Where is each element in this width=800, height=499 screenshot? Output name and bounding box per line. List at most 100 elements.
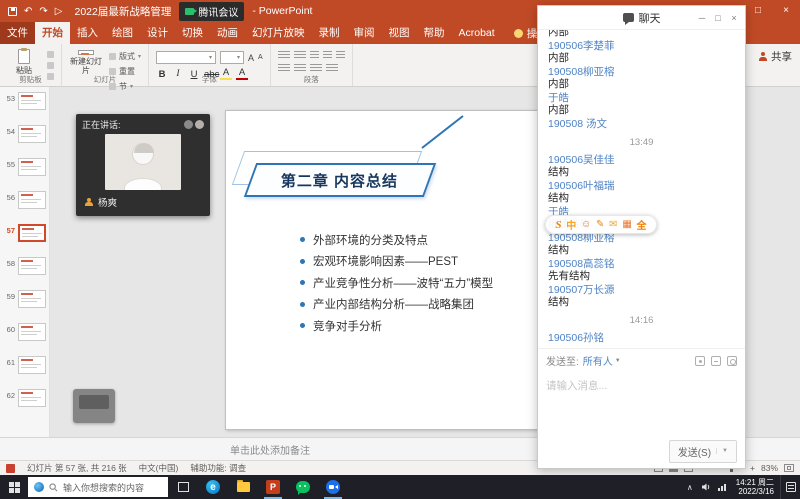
indent-decrease-icon[interactable]: [310, 51, 319, 60]
slide-thumbnail-60[interactable]: 60: [0, 321, 49, 354]
sogou-tool-icon[interactable]: 全: [637, 217, 647, 232]
language-indicator[interactable]: 中文(中国): [139, 462, 179, 474]
sogou-tool-icon[interactable]: 中: [566, 217, 576, 232]
chat-maximize-button[interactable]: □: [710, 13, 726, 23]
ribbon-tab-录制[interactable]: 录制: [312, 22, 347, 44]
sogou-tool-icon[interactable]: ✎: [596, 219, 604, 230]
spellcheck-icon[interactable]: [6, 464, 15, 473]
font-size-select[interactable]: ▾: [220, 51, 244, 64]
numbered-list-icon[interactable]: [294, 51, 306, 60]
slide-thumbnail-56[interactable]: 56: [0, 189, 49, 222]
decrease-font-icon[interactable]: A: [258, 54, 263, 61]
fit-slide-icon[interactable]: [784, 464, 794, 472]
chat-sender-name[interactable]: 190506叶福瑞: [548, 181, 735, 192]
speaker-video-thumbnail[interactable]: [105, 134, 181, 190]
slide-thumbnail-58[interactable]: 58: [0, 255, 49, 288]
sogou-logo-icon[interactable]: S: [555, 219, 561, 231]
bullet-list-icon[interactable]: [278, 51, 290, 60]
slide-thumbnail-59[interactable]: 59: [0, 288, 49, 321]
person-icon[interactable]: [727, 356, 737, 366]
save-icon[interactable]: [8, 7, 17, 16]
ribbon-tab-帮助[interactable]: 帮助: [417, 22, 452, 44]
slide-thumbnail-57[interactable]: 57: [0, 222, 49, 255]
wechat-taskbar-button[interactable]: [288, 475, 318, 499]
chat-minimize-button[interactable]: ─: [694, 13, 710, 23]
tray-expand-icon[interactable]: ∧: [682, 483, 698, 492]
ribbon-tab-插入[interactable]: 插入: [70, 22, 105, 44]
start-button[interactable]: [0, 475, 28, 499]
action-center-button[interactable]: [780, 475, 800, 499]
zoom-in-icon[interactable]: +: [750, 463, 755, 473]
taskbar-search[interactable]: 输入你想搜索的内容: [28, 477, 168, 497]
ribbon-tab-设计[interactable]: 设计: [140, 22, 175, 44]
file-explorer-button[interactable]: [228, 475, 258, 499]
ribbon-tab-开始[interactable]: 开始: [35, 22, 70, 44]
send-to-selector[interactable]: 所有人 ▼: [583, 353, 621, 368]
chat-input[interactable]: 请输入消息...: [538, 372, 745, 434]
slide-thumbnail-54[interactable]: 54: [0, 123, 49, 156]
undo-icon[interactable]: ↶: [24, 6, 32, 17]
align-center-icon[interactable]: [294, 64, 306, 73]
chat-sender-name[interactable]: 190506李楚菲: [548, 41, 735, 52]
ribbon-tab-Acrobat[interactable]: Acrobat: [452, 22, 502, 44]
image-icon[interactable]: [695, 356, 705, 366]
slide-thumbnail-62[interactable]: 62: [0, 387, 49, 420]
align-left-icon[interactable]: [278, 64, 290, 73]
chat-sender-name[interactable]: 190508高蕊铭: [548, 259, 735, 270]
cut-button[interactable]: [47, 51, 54, 58]
chat-sender-name[interactable]: 190508柳亚榕: [548, 67, 735, 78]
ribbon-tab-视图[interactable]: 视图: [382, 22, 417, 44]
ribbon-tab-文件[interactable]: 文件: [0, 22, 35, 44]
chat-sender-name[interactable]: 190508 汤文: [548, 119, 735, 130]
taskbar-clock[interactable]: 14:21 周二 2022/3/16: [730, 478, 780, 497]
increase-font-icon[interactable]: A: [248, 53, 254, 63]
chat-message-list[interactable]: 190506吴佳佳内部190506李楚菲内部190508柳亚榕内部于皓内部190…: [538, 30, 745, 348]
chat-sender-name[interactable]: 190506吴佳佳: [548, 155, 735, 166]
paste-button[interactable]: 粘贴: [7, 47, 41, 75]
copy-button[interactable]: [47, 62, 54, 69]
ribbon-tab-绘图[interactable]: 绘图: [105, 22, 140, 44]
justify-icon[interactable]: [326, 64, 338, 73]
sogou-tool-icon[interactable]: ▦: [622, 219, 631, 230]
align-right-icon[interactable]: [310, 64, 322, 73]
ribbon-tab-审阅[interactable]: 审阅: [347, 22, 382, 44]
slide-thumbnail-55[interactable]: 55: [0, 156, 49, 189]
sogou-input-toolbar[interactable]: S中 ☺ ✎ ✉ ▦ 全: [545, 215, 657, 234]
line-spacing-icon[interactable]: [336, 51, 345, 60]
accessibility-status[interactable]: 辅助功能: 调查: [190, 462, 246, 474]
edge-taskbar-button[interactable]: [198, 475, 228, 499]
chat-close-button[interactable]: ×: [726, 13, 742, 23]
slide-canvas[interactable]: 第二章 内容总结 外部环境的分类及特点宏观环境影响因素——PEST产业竞争性分析…: [225, 110, 555, 430]
sogou-tool-icon[interactable]: ☺: [581, 219, 591, 230]
share-button[interactable]: 共享: [758, 49, 792, 64]
slideshow-icon[interactable]: ▷: [55, 6, 63, 17]
volume-icon[interactable]: [698, 482, 714, 492]
maximize-button[interactable]: □: [744, 0, 772, 22]
window-icon[interactable]: [711, 356, 721, 366]
slide-title-shape[interactable]: 第二章 内容总结: [244, 163, 436, 197]
meeting-taskbar-button[interactable]: [318, 475, 348, 499]
ribbon-tab-动画[interactable]: 动画: [210, 22, 245, 44]
chat-sender-name[interactable]: 于皓: [548, 93, 735, 104]
ribbon-tab-幻灯片放映[interactable]: 幻灯片放映: [245, 22, 312, 44]
close-button[interactable]: ×: [772, 0, 800, 22]
powerpoint-taskbar-button[interactable]: [258, 475, 288, 499]
redo-icon[interactable]: ↷: [39, 6, 47, 17]
network-icon[interactable]: [714, 482, 730, 492]
slide-bullet-list[interactable]: 外部环境的分类及特点宏观环境影响因素——PEST产业竞争性分析——波特“五力”模…: [300, 229, 493, 337]
font-name-select[interactable]: ▾: [156, 51, 216, 64]
meeting-overlay-chip[interactable]: 腾讯会议: [179, 2, 244, 21]
zoom-level[interactable]: 83%: [761, 463, 778, 473]
slide-thumbnail-53[interactable]: 53: [0, 90, 49, 123]
chat-sender-name[interactable]: 190506孙铭: [548, 333, 735, 344]
slide-thumbnail-61[interactable]: 61: [0, 354, 49, 387]
sogou-tool-icon[interactable]: ✉: [609, 219, 617, 230]
chat-sender-name[interactable]: 190508柳亚榕: [548, 233, 735, 244]
layout-button[interactable]: 版式▾: [109, 51, 141, 62]
task-view-button[interactable]: [168, 475, 198, 499]
ribbon-tab-切换[interactable]: 切换: [175, 22, 210, 44]
new-slide-button[interactable]: 新建幻灯片: [69, 47, 103, 75]
indent-increase-icon[interactable]: [323, 51, 332, 60]
send-button[interactable]: 发送(S) ▼: [669, 440, 737, 463]
chat-sender-name[interactable]: 190507万长源: [548, 285, 735, 296]
